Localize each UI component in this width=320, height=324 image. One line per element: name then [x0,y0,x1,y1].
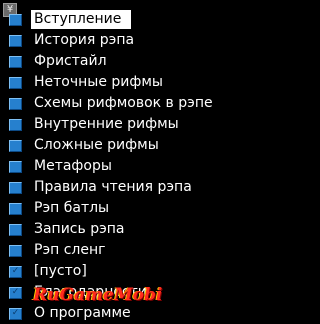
checkbox-icon [9,35,22,47]
menu-item-rep-sleng[interactable]: Рэп сленг [0,240,240,261]
checkbox-icon [9,182,22,194]
menu-item-label: Схемы рифмовок в рэпе [34,95,213,111]
watermark-logo: RuGameMobi [33,285,163,305]
menu-item-label: Метафоры [34,158,112,174]
checkbox-icon [9,140,22,152]
menu-item-istoriya-repa[interactable]: История рэпа [0,30,240,51]
checkbox-icon [9,245,22,257]
menu-item-metafory[interactable]: Метафоры [0,156,240,177]
checkbox-icon [9,161,22,173]
menu-item-fristayl[interactable]: Фристайл [0,51,240,72]
menu-item-label: Рэп батлы [34,200,110,216]
menu-list: Вступление История рэпа Фристайл Неточны… [0,9,240,324]
menu-item-label: Неточные рифмы [34,74,163,90]
menu-item-vnutrennie-rifmy[interactable]: Внутренние рифмы [0,114,240,135]
checkmark-icon: ✓ [9,287,22,299]
checkbox-icon [9,14,22,26]
menu-item-vstuplenie[interactable]: Вступление [0,9,240,30]
menu-item-skhemy-rifmovok[interactable]: Схемы рифмовок в рэпе [0,93,240,114]
checkbox-icon [9,119,22,131]
checkmark-icon: ✓ [9,308,22,320]
checkbox-icon [9,77,22,89]
menu-item-label: Рэп сленг [34,242,106,258]
menu-item-label: Внутренние рифмы [34,116,179,132]
menu-item-label: Запись рэпа [34,221,125,237]
menu-item-label: О программе [34,305,131,321]
menu-item-pusto[interactable]: ✓ [пусто] [0,261,240,282]
menu-item-slozhnye-rifmy[interactable]: Сложные рифмы [0,135,240,156]
app-screen: { "app": { "icon_name": "app-icon", "ico… [0,0,240,321]
menu-item-label: Вступление [31,10,131,29]
menu-item-label: Фристайл [34,53,107,69]
menu-item-label: История рэпа [34,32,135,48]
menu-item-o-programme[interactable]: ✓ О программе [0,303,240,324]
menu-item-rep-batly[interactable]: Рэп батлы [0,198,240,219]
menu-item-zapis-repa[interactable]: Запись рэпа [0,219,240,240]
menu-item-label: Сложные рифмы [34,137,159,153]
checkbox-icon [9,203,22,215]
menu-item-label: [пусто] [34,263,87,279]
menu-item-pravila-chteniya[interactable]: Правила чтения рэпа [0,177,240,198]
checkbox-icon [9,98,22,110]
menu-item-netochnye-rifmy[interactable]: Неточные рифмы [0,72,240,93]
checkbox-icon [9,224,22,236]
menu-item-label: Правила чтения рэпа [34,179,192,195]
checkmark-icon: ✓ [9,266,22,278]
checkbox-icon [9,56,22,68]
